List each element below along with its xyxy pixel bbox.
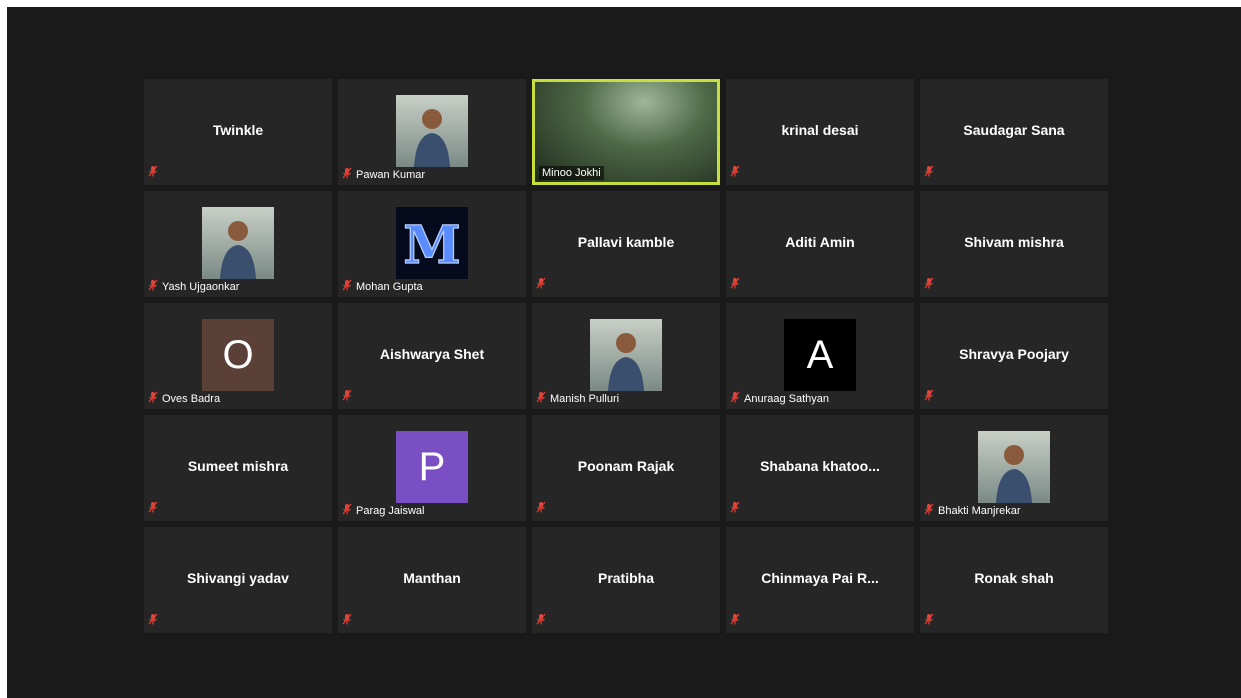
participant-name: Shabana khatoo...: [760, 458, 880, 474]
participant-name: krinal desai: [781, 122, 859, 138]
mic-muted-icon: [536, 612, 546, 630]
participant-name: Chinmaya Pai R...: [761, 570, 879, 586]
participant-tile[interactable]: Pratibha: [532, 527, 720, 633]
mic-muted-icon: [342, 612, 352, 630]
mic-muted-icon: [730, 612, 740, 630]
participant-name: Oves Badra: [162, 392, 221, 405]
participant-name: Shravya Poojary: [959, 346, 1069, 362]
mic-muted-icon: [148, 500, 158, 518]
mic-muted-icon: [342, 503, 352, 518]
participant-tile[interactable]: Pawan Kumar: [338, 79, 526, 185]
participant-name: Ronak shah: [974, 570, 1054, 586]
participant-tile[interactable]: Twinkle: [144, 79, 332, 185]
avatar-initial: A: [784, 319, 856, 391]
participant-name: Aishwarya Shet: [379, 346, 485, 362]
mic-muted-icon: [536, 391, 546, 406]
mic-muted-icon: [924, 164, 934, 182]
mic-muted-icon: [342, 167, 352, 182]
participant-tile[interactable]: Sumeet mishra: [144, 415, 332, 521]
participant-tile[interactable]: Poonam Rajak: [532, 415, 720, 521]
participant-name: Pallavi kamble: [577, 234, 675, 250]
participant-tile[interactable]: Bhakti Manjrekar: [920, 415, 1108, 521]
gallery-grid: Twinkle Pawan Kumar Minoo Jokhi krinal desa…: [144, 79, 1108, 633]
mic-muted-icon: [924, 276, 934, 294]
mic-muted-icon: [342, 388, 352, 406]
participant-name: Yash Ujgaonkar: [162, 280, 240, 293]
participant-tile[interactable]: P Parag Jaiswal: [338, 415, 526, 521]
mic-muted-icon: [924, 503, 934, 518]
participant-name: Pawan Kumar: [356, 168, 426, 181]
participant-tile[interactable]: krinal desai: [726, 79, 914, 185]
name-label: Pawan Kumar: [342, 167, 425, 182]
participant-name: Twinkle: [212, 122, 264, 138]
mic-muted-icon: [730, 164, 740, 182]
name-label: Yash Ujgaonkar: [148, 279, 239, 294]
mic-muted-icon: [148, 391, 158, 406]
name-label: Anuraag Sathyan: [730, 391, 829, 406]
avatar-initial: O: [202, 319, 274, 391]
participant-tile[interactable]: O Oves Badra: [144, 303, 332, 409]
name-label: Manish Pulluri: [536, 391, 619, 406]
meeting-window: Twinkle Pawan Kumar Minoo Jokhi krinal desa…: [7, 7, 1241, 698]
participant-tile[interactable]: Saudagar Sana: [920, 79, 1108, 185]
participant-tile[interactable]: A Anuraag Sathyan: [726, 303, 914, 409]
participant-name: Anuraag Sathyan: [744, 392, 830, 405]
participant-name: Aditi Amin: [785, 234, 855, 250]
mic-muted-icon: [924, 388, 934, 406]
avatar-photo: [202, 207, 274, 279]
participant-tile[interactable]: Chinmaya Pai R...: [726, 527, 914, 633]
participant-name: Minoo Jokhi: [539, 166, 604, 180]
mic-muted-icon: [730, 391, 740, 406]
avatar-photo: [978, 431, 1050, 503]
mic-muted-icon: [148, 164, 158, 182]
mic-muted-icon: [148, 612, 158, 630]
participant-tile[interactable]: Pallavi kamble: [532, 191, 720, 297]
participant-name: Manthan: [403, 570, 461, 586]
participant-name: Shivangi yadav: [187, 570, 289, 586]
name-label: Bhakti Manjrekar: [924, 503, 1021, 518]
mic-muted-icon: [730, 276, 740, 294]
participant-name: Poonam Rajak: [577, 458, 675, 474]
avatar-initial: P: [396, 431, 468, 503]
participant-tile[interactable]: Manish Pulluri: [532, 303, 720, 409]
mic-muted-icon: [924, 612, 934, 630]
participant-tile[interactable]: Yash Ujgaonkar: [144, 191, 332, 297]
participant-name: Manish Pulluri: [550, 392, 620, 405]
participant-tile[interactable]: Ronak shah: [920, 527, 1108, 633]
participant-tile[interactable]: Manthan: [338, 527, 526, 633]
participant-tile[interactable]: Aishwarya Shet: [338, 303, 526, 409]
participant-tile[interactable]: Shabana khatoo...: [726, 415, 914, 521]
name-label: Mohan Gupta: [342, 279, 423, 294]
participant-name: Sumeet mishra: [187, 458, 289, 474]
participant-name: Shivam mishra: [964, 234, 1064, 250]
mic-muted-icon: [536, 500, 546, 518]
name-label: Oves Badra: [148, 391, 220, 406]
participant-tile[interactable]: Aditi Amin: [726, 191, 914, 297]
mic-muted-icon: [148, 279, 158, 294]
avatar-photo: [590, 319, 662, 391]
participant-tile[interactable]: Shivangi yadav: [144, 527, 332, 633]
participant-name: Pratibha: [597, 570, 654, 586]
mic-muted-icon: [536, 276, 546, 294]
participant-name: Saudagar Sana: [963, 122, 1065, 138]
avatar-photo: M: [396, 207, 468, 279]
avatar-photo: [396, 95, 468, 167]
name-label: Parag Jaiswal: [342, 503, 424, 518]
participant-name: Mohan Gupta: [356, 280, 423, 293]
mic-muted-icon: [342, 279, 352, 294]
participant-tile[interactable]: Minoo Jokhi: [532, 79, 720, 185]
participant-name: Parag Jaiswal: [356, 504, 425, 517]
participant-name: Bhakti Manjrekar: [938, 504, 1021, 517]
mic-muted-icon: [730, 500, 740, 518]
participant-tile[interactable]: Shravya Poojary: [920, 303, 1108, 409]
participant-tile[interactable]: M Mohan Gupta: [338, 191, 526, 297]
participant-tile[interactable]: Shivam mishra: [920, 191, 1108, 297]
svg-text:M: M: [403, 215, 461, 276]
